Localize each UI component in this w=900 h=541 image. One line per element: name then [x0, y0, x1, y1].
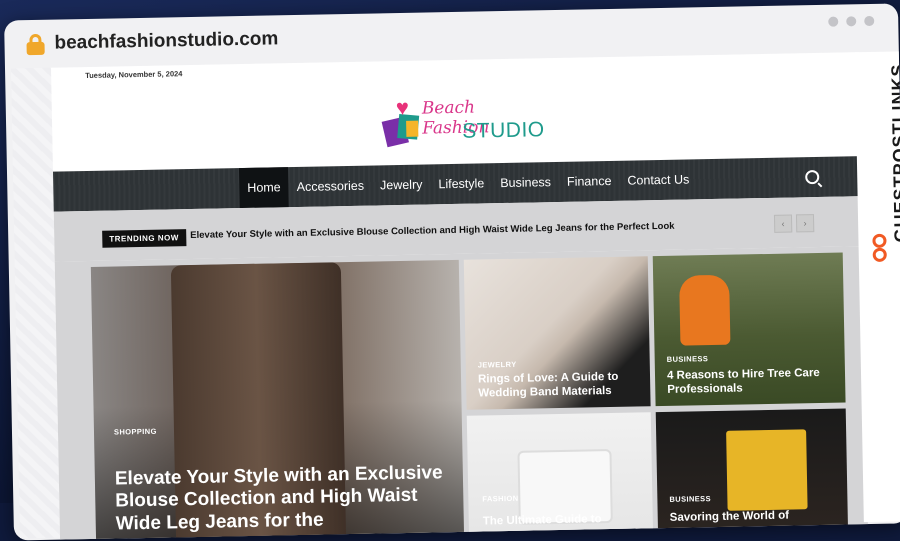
card-category[interactable]: FASHION	[482, 494, 518, 504]
web-page: Tuesday, November 5, 2024 ♥ Beach Fashio…	[50, 52, 868, 541]
chevron-right-icon[interactable]: ›	[795, 214, 815, 233]
card-image	[679, 274, 731, 346]
window-controls[interactable]	[828, 15, 875, 27]
heart-icon: ♥	[395, 94, 410, 121]
link-icon	[870, 233, 889, 270]
card-title[interactable]: Rings of Love: A Guide to Wedding Band M…	[478, 371, 646, 402]
chevron-left-icon[interactable]: ‹	[773, 214, 793, 233]
sidebar-brand: GUESTPOSTLINKS	[887, 63, 900, 243]
nav-item-home[interactable]: Home	[238, 167, 290, 209]
nav-item-finance[interactable]: Finance	[559, 161, 620, 202]
search-icon[interactable]	[805, 169, 820, 185]
card-title[interactable]: Elevate Your Style with an Exclusive Blo…	[115, 462, 456, 537]
date-label: Tuesday, November 5, 2024	[85, 69, 183, 81]
lock-icon	[26, 33, 45, 56]
card-category[interactable]: JEWELRY	[478, 360, 517, 370]
window-dot-icon[interactable]	[864, 15, 875, 27]
guestpostlinks-sidebar: GUESTPOSTLINKS	[854, 51, 900, 523]
card-title[interactable]: Savoring the World of	[670, 509, 842, 526]
featured-grid: SHOPPING Elevate Your Style with an Excl…	[54, 246, 868, 541]
nav-item-contact[interactable]: Contact Us	[619, 159, 698, 200]
browser-window: beachfashionstudio.com Tuesday, November…	[4, 3, 900, 541]
nav-item-jewelry[interactable]: Jewelry	[372, 164, 431, 205]
nav-item-business[interactable]: Business	[492, 162, 559, 203]
window-dot-icon[interactable]	[846, 16, 857, 27]
card-image	[726, 429, 808, 511]
trending-arrows: ‹ ›	[773, 214, 815, 233]
url-text[interactable]: beachfashionstudio.com	[54, 28, 278, 54]
card-category[interactable]: SHOPPING	[114, 427, 157, 437]
featured-card-main[interactable]: SHOPPING Elevate Your Style with an Excl…	[90, 259, 465, 541]
shopping-bag-icon	[406, 120, 419, 137]
logo-text-bottom: STUDIO	[462, 118, 545, 143]
featured-card-jewelry[interactable]: JEWELRY Rings of Love: A Guide to Weddin…	[463, 256, 651, 410]
card-category[interactable]: BUSINESS	[667, 354, 709, 364]
nav-item-accessories[interactable]: Accessories	[288, 166, 372, 208]
nav-item-lifestyle[interactable]: Lifestyle	[430, 163, 493, 204]
trending-badge: TRENDING NOW	[102, 229, 187, 248]
card-category[interactable]: BUSINESS	[669, 494, 711, 504]
featured-card-business[interactable]: BUSINESS 4 Reasons to Hire Tree Care Pro…	[652, 252, 846, 407]
card-title[interactable]: 4 Reasons to Hire Tree Care Professional…	[667, 367, 839, 398]
card-title[interactable]: The Ultimate Guide to	[483, 512, 651, 529]
trending-headline[interactable]: Elevate Your Style with an Exclusive Blo…	[190, 221, 674, 241]
window-dot-icon[interactable]	[828, 16, 839, 27]
featured-card-business-2[interactable]: BUSINESS Savoring the World of	[655, 408, 848, 531]
viewport: Tuesday, November 5, 2024 ♥ Beach Fashio…	[11, 52, 868, 541]
site-logo[interactable]: ♥ Beach Fashion STUDIO	[374, 92, 545, 151]
featured-card-fashion[interactable]: FASHION The Ultimate Guide to	[466, 412, 653, 534]
